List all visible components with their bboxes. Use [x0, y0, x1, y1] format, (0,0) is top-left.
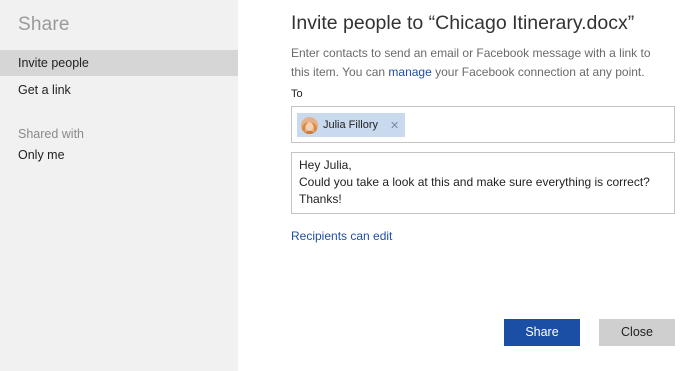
invite-panel: Invite people to “Chicago Itinerary.docx…: [238, 0, 700, 371]
recipient-chip[interactable]: Julia Fillory ✕: [297, 113, 406, 137]
shared-with-label: Shared with: [18, 127, 85, 141]
sidebar-item-get-a-link[interactable]: Get a link: [0, 77, 238, 103]
recipient-name: Julia Fillory: [323, 119, 379, 131]
user-avatar-icon: [301, 116, 318, 134]
sidebar-item-invite-people[interactable]: Invite people: [0, 50, 238, 76]
to-label: To: [291, 88, 303, 100]
shared-with-value: Only me: [18, 148, 65, 162]
message-line: Could you take a look at this and make s…: [299, 175, 650, 189]
recipients-input[interactable]: Julia Fillory ✕: [291, 106, 675, 143]
share-sidebar: Share Invite people Get a link Shared wi…: [0, 0, 238, 371]
recipients-can-edit-link[interactable]: Recipients can edit: [291, 229, 392, 243]
message-line: Hey Julia,: [299, 158, 352, 172]
share-pane-title: Share: [18, 14, 70, 35]
message-line: Thanks!: [299, 192, 342, 206]
share-button[interactable]: Share: [504, 319, 580, 346]
remove-recipient-icon[interactable]: ✕: [390, 119, 399, 132]
manage-link[interactable]: manage: [388, 65, 431, 79]
message-field[interactable]: Hey Julia, Could you take a look at this…: [291, 152, 675, 214]
close-button[interactable]: Close: [599, 319, 675, 346]
description-text-end: your Facebook connection at any point.: [431, 65, 645, 79]
page-title: Invite people to “Chicago Itinerary.docx…: [291, 12, 635, 34]
description-text: Enter contacts to send an email or Faceb…: [291, 44, 671, 82]
